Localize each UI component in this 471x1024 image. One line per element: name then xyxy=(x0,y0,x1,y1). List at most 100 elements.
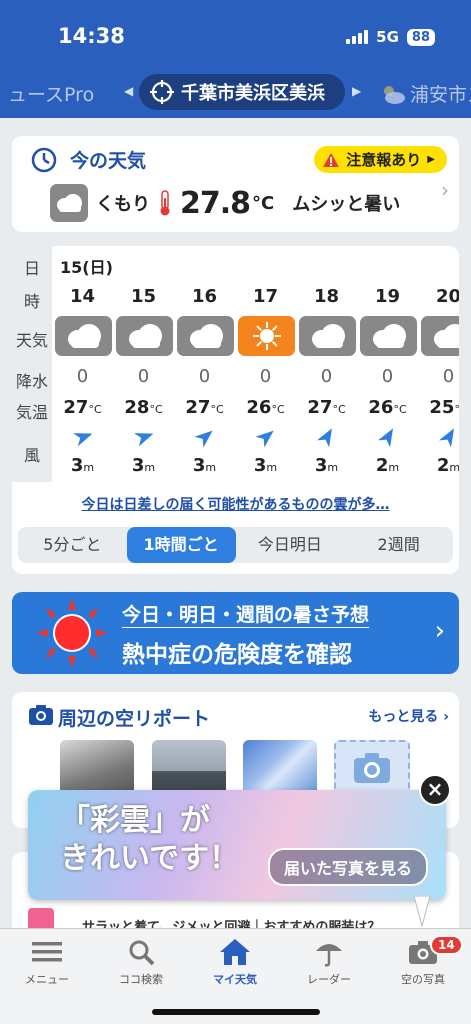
network-type: 5G xyxy=(376,28,399,46)
row-label-rain: 降水 xyxy=(15,372,48,391)
chevron-left-icon[interactable]: ◀ xyxy=(124,84,133,98)
prev-location-tab[interactable]: ュースPro xyxy=(8,80,94,107)
wind-direction-icon xyxy=(418,426,459,448)
weather-condition: くもり xyxy=(96,194,150,215)
ad-view-photos-button[interactable]: 届いた写真を見る xyxy=(267,848,428,886)
current-weather-card[interactable]: 今の天気 注意報あり ▶ くもり 27.8 °C ムシッと暑い › xyxy=(12,136,459,232)
sky-photo-thumbnail[interactable] xyxy=(243,740,317,796)
tab-search[interactable]: ココ検索 xyxy=(94,935,188,987)
alert-label: 注意報あり xyxy=(346,151,422,169)
menu-icon xyxy=(32,942,62,962)
forecast-wind-speed: 3m xyxy=(70,455,95,476)
chevron-right-icon: › xyxy=(441,178,449,202)
row-label-wind: 風 xyxy=(23,446,40,465)
forecast-hour-column: 15 0 28°C 3m xyxy=(113,246,174,482)
cloudy-icon xyxy=(50,184,88,222)
cloudy-icon xyxy=(55,316,112,356)
forecast-rain: 0 xyxy=(442,366,455,387)
row-label-day: 日 xyxy=(23,259,40,278)
wind-direction-icon xyxy=(296,426,357,448)
forecast-hour: 14 xyxy=(69,286,96,307)
tab-menu[interactable]: メニュー xyxy=(0,935,94,987)
forecast-wind-speed: 3m xyxy=(192,455,217,476)
forecast-rain: 0 xyxy=(320,366,333,387)
sky-report-title: 周辺の空リポート xyxy=(58,708,211,730)
forecast-hour: 18 xyxy=(313,286,340,307)
current-location-tab[interactable]: 千葉市美浜区美浜 xyxy=(139,74,345,110)
cloudy-icon xyxy=(299,316,356,356)
ad-headline: 「彩雲」が きれいです！ xyxy=(60,803,240,876)
forecast-tab[interactable]: 2週間 xyxy=(344,527,453,563)
row-label-hour: 時 xyxy=(23,292,40,311)
forecast-wind-speed: 3m xyxy=(131,455,156,476)
wind-direction-icon xyxy=(235,426,296,448)
location-nav: ュースPro ◀ 千葉市美浜区美浜 ▶ 浦安市ス xyxy=(0,72,471,112)
app-header: 14:38 5G 88 ュースPro ◀ 千葉市美浜区美浜 ▶ 浦安市 xyxy=(0,0,471,118)
forecast-hour-column: 18 0 27°C 3m xyxy=(296,246,357,482)
chevron-right-icon: › xyxy=(434,616,445,646)
forecast-temp: 27°C xyxy=(307,397,346,418)
forecast-hour: 20 xyxy=(435,286,459,307)
triangle-right-icon: ▶ xyxy=(427,154,435,165)
wind-direction-icon xyxy=(113,426,174,448)
forecast-row-labels: 日 時 天気 降水 気温 風 xyxy=(12,246,52,482)
forecast-temp: 25°C xyxy=(429,397,459,418)
row-label-temp: 気温 xyxy=(15,403,48,422)
forecast-tab[interactable]: 1時間ごと xyxy=(126,527,236,563)
ad-banner[interactable]: 「彩雲」が きれいです！ 届いた写真を見る xyxy=(28,790,446,900)
signal-icon xyxy=(346,30,369,44)
wind-direction-icon xyxy=(357,426,418,448)
heat-subtitle: 今日・明日・週間の暑さ予想 xyxy=(122,600,370,628)
forecast-range-tabs: 5分ごと 1時間ごと 今日明日 2週間 xyxy=(18,527,453,563)
forecast-wind-speed: 2m xyxy=(436,455,459,476)
forecast-wind-speed: 2m xyxy=(375,455,400,476)
forecast-hour-column: 19 0 26°C 2m xyxy=(357,246,418,482)
cloudy-icon xyxy=(116,316,173,356)
photo-count-badge: 14 xyxy=(430,935,463,955)
forecast-rain: 0 xyxy=(381,366,394,387)
temperature-unit: °C xyxy=(252,192,275,214)
sky-photo-thumbnail[interactable] xyxy=(152,740,226,796)
camera-icon xyxy=(354,753,390,783)
sun-cloud-icon xyxy=(384,85,405,104)
forecast-wind-speed: 3m xyxy=(314,455,339,476)
tab-sky-photos[interactable]: 空の写真 14 xyxy=(376,935,470,987)
heatstroke-banner[interactable]: 今日・明日・週間の暑さ予想 熱中症の危険度を確認 › xyxy=(12,592,459,674)
forecast-hour-column: 14 0 27°C 3m xyxy=(52,246,113,482)
forecast-rain: 0 xyxy=(259,366,272,387)
forecast-summary-link[interactable]: 今日は日差しの届く可能性があるものの雲が多… xyxy=(12,494,459,514)
forecast-rain: 0 xyxy=(76,366,89,387)
close-icon[interactable]: × xyxy=(419,774,451,806)
next-location-tab[interactable]: 浦安市ス xyxy=(380,80,471,107)
forecast-tab[interactable]: 5分ごと xyxy=(18,527,127,563)
row-label-weather: 天気 xyxy=(15,331,48,350)
home-icon xyxy=(220,939,250,965)
thermometer-icon xyxy=(160,190,170,216)
forecast-hour: 19 xyxy=(374,286,401,307)
add-photo-button[interactable] xyxy=(334,740,410,796)
forecast-temp: 26°C xyxy=(246,397,285,418)
forecast-temp: 26°C xyxy=(368,397,407,418)
current-temperature: 27.8 xyxy=(180,185,251,221)
shirt-icon xyxy=(28,908,54,930)
sky-report-more-link[interactable]: もっと見る › xyxy=(368,706,449,726)
tab-radar[interactable]: レーダー xyxy=(282,935,376,987)
forecast-tab[interactable]: 今日明日 xyxy=(236,527,345,563)
forecast-columns[interactable]: 14 0 27°C 3m 15 0 28°C 3m 16 0 27°C 3m 17 0 26°C 3m 18 0 2… xyxy=(52,246,459,482)
sky-photo-thumbnail[interactable] xyxy=(60,740,134,796)
wind-direction-icon xyxy=(174,426,235,448)
forecast-hour-column: 20 0 25°C 2m xyxy=(418,246,459,482)
forecast-hour-column: 16 0 27°C 3m xyxy=(174,246,235,482)
current-location-label: 千葉市美浜区美浜 xyxy=(181,83,325,104)
chevron-right-icon[interactable]: ▶ xyxy=(352,84,361,98)
clock-icon xyxy=(31,147,57,173)
current-weather-row: くもり 27.8 °C ムシッと暑い xyxy=(50,184,400,222)
forecast-temp: 28°C xyxy=(124,397,163,418)
battery-icon: 88 xyxy=(406,28,435,46)
forecast-hour-column: 17 0 26°C 3m xyxy=(235,246,296,482)
forecast-temp: 27°C xyxy=(63,397,102,418)
alert-badge[interactable]: 注意報あり ▶ xyxy=(314,146,447,173)
heat-title: 熱中症の危険度を確認 xyxy=(122,642,352,668)
tab-my-weather[interactable]: マイ天気 xyxy=(188,935,282,987)
forecast-temp: 27°C xyxy=(185,397,224,418)
